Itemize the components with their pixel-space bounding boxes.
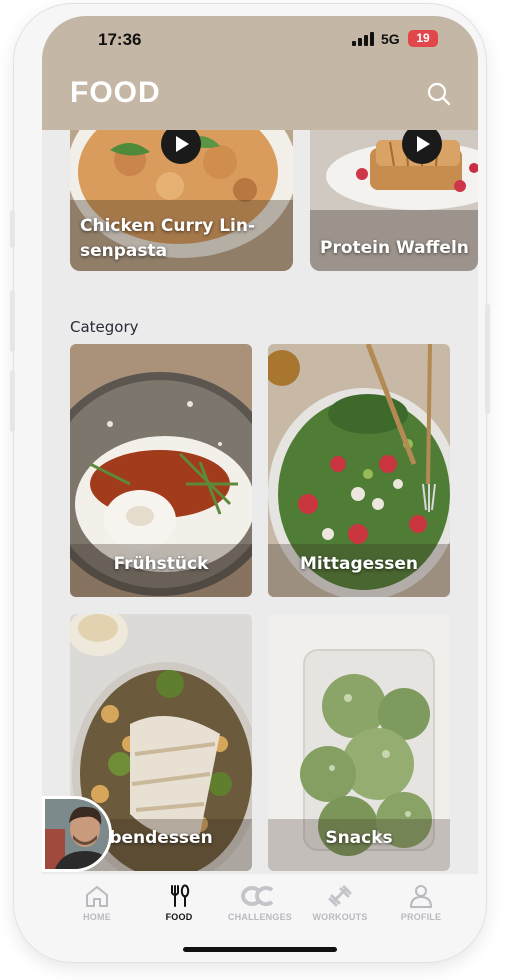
challenges-icon [241,886,274,906]
network-label: 5G [381,31,400,47]
tab-label: PROFILE [400,912,442,922]
recipe-title: Chicken Curry Lin- senpasta [80,216,256,261]
category-label: Mittagessen [299,554,419,574]
category-label: Snacks [325,828,393,848]
battery-icon: 19 [408,30,438,47]
category-heading: Category [70,318,139,336]
tab-home[interactable]: HOME [57,884,137,922]
mute-switch [10,210,15,248]
volume-up-button [10,290,15,352]
search-button[interactable] [426,81,452,107]
tab-challenges[interactable]: CHALLENGES [220,884,300,922]
category-card-mittagessen[interactable]: Mittagessen [268,344,450,597]
tab-label: HOME [83,912,111,922]
status-time: 17:36 [98,30,142,49]
tab-workouts[interactable]: WORKOUTS [300,884,380,922]
dumbbell-icon [328,885,352,907]
search-icon [427,82,451,106]
recipe-title: Protein Waffeln [320,238,469,258]
recipe-card-protein-waffeln[interactable]: Protein Waffeln [310,130,478,271]
signal-icon [352,32,376,46]
category-label: Frühstück [113,554,209,574]
home-icon [86,886,108,907]
category-card-fruehstueck[interactable]: Frühstück [70,344,252,597]
user-icon [410,885,432,908]
phone-frame: 17:36 5G 19 FOOD Chicken Curry Lin- senp… [10,4,490,962]
tab-profile[interactable]: PROFILE [381,884,461,922]
bottom-tab-bar: HOME FOOD CHALLENGES WORKOUTS PROFILE [42,874,478,958]
tab-food[interactable]: FOOD [139,884,219,922]
power-button [485,304,490,414]
category-card-snacks[interactable]: Snacks [268,614,450,871]
tab-label: FOOD [165,912,193,922]
tab-label: CHALLENGES [227,912,292,922]
tab-label: WORKOUTS [312,912,368,922]
app-screen: 17:36 5G 19 FOOD Chicken Curry Lin- senp… [42,16,478,958]
volume-down-button [10,370,15,432]
home-indicator[interactable] [183,947,337,952]
page-title: FOOD [70,76,161,109]
recipe-card-chicken-curry[interactable]: Chicken Curry Lin- senpasta [70,130,293,271]
app-header: 17:36 5G 19 FOOD [42,16,478,130]
cutlery-icon [171,884,190,907]
